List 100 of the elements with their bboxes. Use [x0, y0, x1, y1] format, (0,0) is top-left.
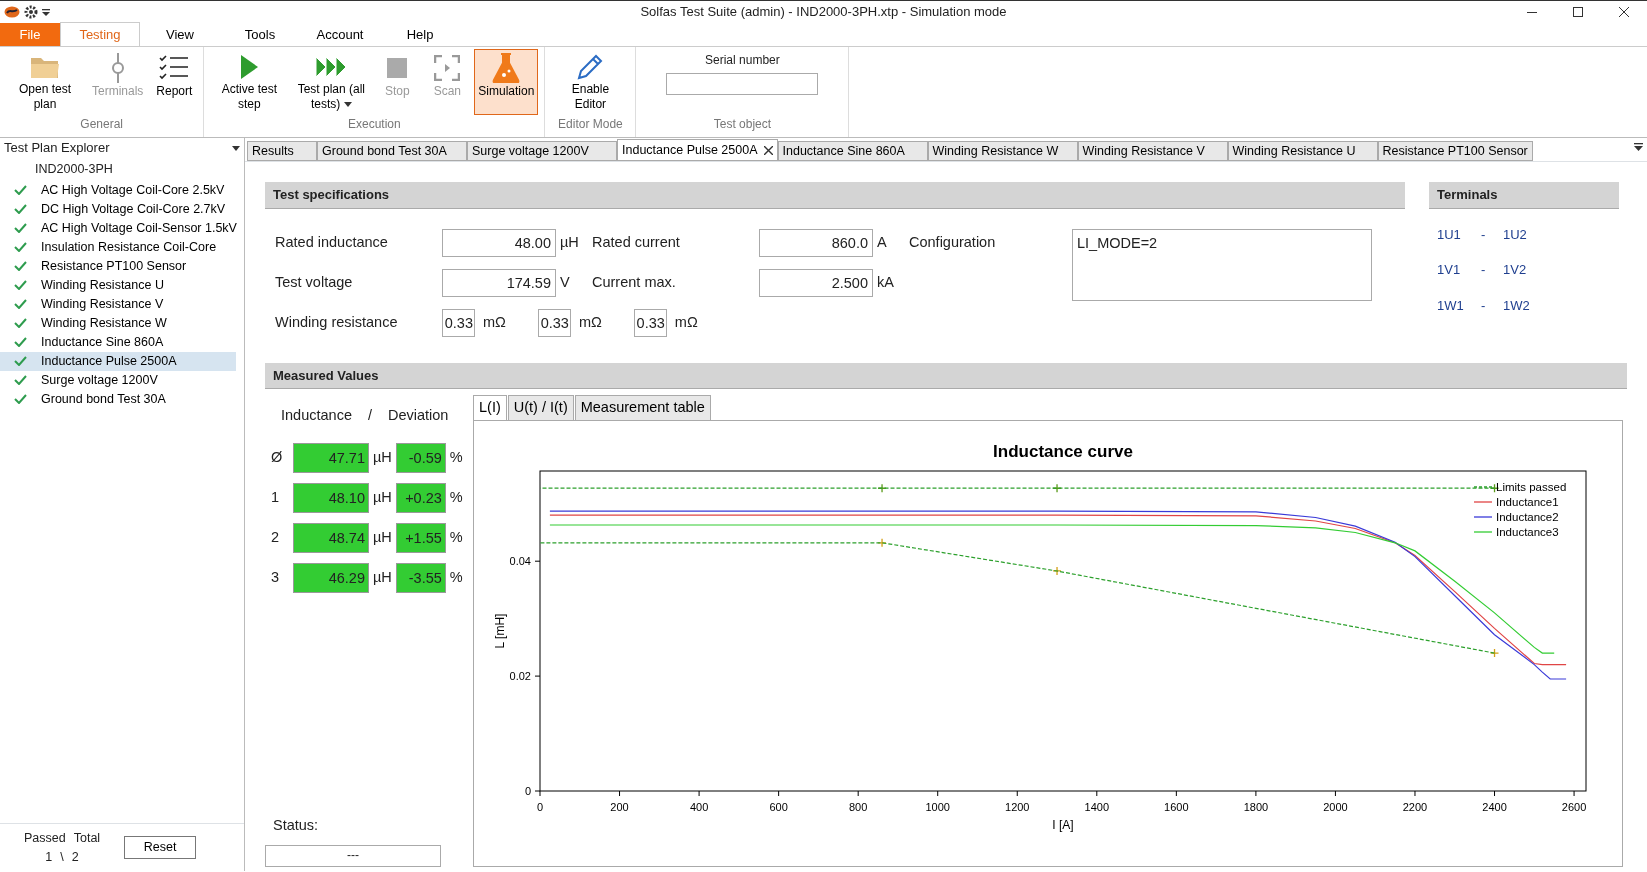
terminal-label: 1V2 [1503, 261, 1527, 279]
field-label: Winding resistance [275, 312, 399, 332]
passed-count: 1 [45, 848, 53, 866]
tree-item[interactable]: DC High Voltage Coil-Core 2.7kV [0, 199, 236, 219]
ribbon-tab[interactable]: View [140, 22, 220, 46]
serial-number-field[interactable] [666, 73, 819, 95]
document-tab[interactable]: Results [247, 141, 317, 161]
inductance-value: 48.74 [293, 522, 369, 553]
tree-item[interactable]: Winding Resistance W [0, 313, 236, 333]
unit-label: µH [373, 447, 392, 467]
ribbon-button[interactable]: Test plan (all tests) [292, 49, 371, 115]
check-icon [14, 375, 27, 386]
dropdown-caret-icon[interactable] [42, 8, 50, 16]
terminal-label: 1W2 [1503, 296, 1530, 315]
tree-root[interactable]: IND2000-3PH [0, 158, 244, 181]
terminal-label: 1W1 [1437, 296, 1465, 315]
configuration-field[interactable]: LI_MODE=2 [1072, 228, 1372, 301]
status-field: --- [265, 845, 441, 867]
ribbon-button[interactable]: Active test step [210, 49, 289, 115]
unit-label: µH [373, 567, 392, 587]
value-field[interactable]: 860.0 [759, 228, 873, 257]
scan-frame-icon [434, 55, 461, 81]
unit-label: % [449, 527, 463, 547]
section-header: Test specifications [265, 182, 1405, 209]
group-label: Execution [347, 116, 402, 133]
tab-list-icon[interactable] [1634, 143, 1643, 152]
document-tab[interactable]: Winding Resistance W [927, 141, 1078, 161]
tree-item[interactable]: AC High Voltage Coil-Sensor 1.5kV [0, 218, 236, 238]
ribbon-tab[interactable]: Account [300, 22, 380, 46]
row-label: Ø [270, 447, 284, 467]
chart-tab[interactable]: Measurement table [574, 395, 711, 421]
document-tab[interactable]: Inductance Pulse 2500A [617, 139, 778, 161]
legend-label: Inductance3 [1496, 526, 1559, 538]
terminal-label: 1U1 [1437, 225, 1462, 244]
value-field[interactable]: 2.500 [759, 268, 873, 297]
legend-label: Limits passed [1496, 481, 1567, 493]
document-tab[interactable]: Surge voltage 1200V [467, 141, 617, 161]
chart-tab[interactable]: L(I) [473, 395, 507, 421]
double-chevron-icon [315, 56, 348, 78]
tick-label: 1800 [1243, 801, 1269, 813]
chart-title: Inductance curve [993, 442, 1133, 461]
value-field[interactable]: 48.00 [442, 228, 556, 257]
document-tab[interactable]: Ground bond Test 30A [317, 141, 467, 161]
app-logo-icon [4, 6, 20, 18]
document-tab[interactable]: Winding Resistance V [1077, 141, 1228, 161]
ribbon-tab[interactable]: Testing [60, 21, 140, 46]
pencil-icon [576, 53, 605, 81]
ribbon-button[interactable]: Report [151, 49, 198, 115]
checklist-icon [159, 54, 190, 82]
tree-item[interactable]: Resistance PT100 Sensor [0, 256, 236, 276]
tree-item[interactable]: Winding Resistance V [0, 294, 236, 314]
tick-label: 1200 [1005, 801, 1030, 813]
check-icon [14, 318, 27, 329]
tick-label: 0.02 [509, 670, 531, 683]
tick-label: 400 [689, 801, 709, 813]
ribbon-button[interactable]: Open test plan [6, 49, 84, 115]
point-marker [1052, 566, 1062, 576]
check-icon [14, 223, 27, 234]
terminal-pin-icon [110, 53, 125, 83]
chart-tab[interactable]: U(t) / I(t) [507, 395, 574, 421]
document-tab[interactable]: Inductance Sine 860A [777, 141, 928, 161]
group-label: Test object [712, 116, 773, 133]
field-label: Configuration [909, 232, 997, 252]
tick-label: 600 [769, 801, 788, 813]
terminal-dash: - [1481, 296, 1487, 315]
reset-button[interactable]: Reset [124, 836, 197, 859]
stop-icon [387, 58, 408, 78]
tree-item[interactable]: Inductance Pulse 2500A [0, 351, 236, 371]
value-field[interactable]: 174.59 [442, 268, 556, 297]
tree-item[interactable]: Inductance Sine 860A [0, 332, 236, 352]
ribbon-button[interactable]: Enable Editor [551, 49, 630, 115]
ribbon-tab[interactable]: Help [380, 22, 460, 46]
tree-item[interactable]: Surge voltage 1200V [0, 370, 236, 390]
check-icon [14, 261, 27, 272]
deviation-value: -3.55 [395, 562, 446, 593]
document-tab[interactable]: Resistance PT100 Sensor [1377, 141, 1533, 161]
group-label: General [79, 116, 125, 133]
tree-item[interactable]: Insulation Resistance Coil-Core [0, 237, 236, 257]
gear-icon[interactable] [24, 5, 38, 19]
play-icon [239, 54, 260, 80]
tick-label: 1400 [1084, 801, 1110, 813]
ribbon-button[interactable]: Simulation [474, 49, 539, 115]
group-label: Editor Mode [557, 116, 624, 133]
unit-label: µH [560, 233, 579, 250]
unit-label: mΩ [674, 312, 698, 332]
unit-label: % [449, 487, 463, 507]
value-field[interactable]: 0.33 [633, 308, 667, 337]
field-label: Test voltage [275, 272, 354, 292]
close-icon[interactable] [763, 145, 773, 155]
value-field[interactable]: 0.33 [537, 308, 571, 337]
tree-item[interactable]: Winding Resistance U [0, 275, 236, 295]
value-field[interactable]: 0.33 [442, 308, 475, 337]
document-tab[interactable]: Winding Resistance U [1227, 141, 1378, 161]
tree-item[interactable]: AC High Voltage Coil-Core 2.5kV [0, 180, 236, 200]
unit-label: µH [373, 487, 392, 507]
tree-item[interactable]: Ground bond Test 30A [0, 389, 236, 409]
ribbon-tab[interactable]: Tools [220, 22, 300, 46]
inductance-value: 48.10 [293, 482, 369, 513]
row-label: 2 [270, 527, 281, 547]
column-header: / [367, 406, 372, 425]
